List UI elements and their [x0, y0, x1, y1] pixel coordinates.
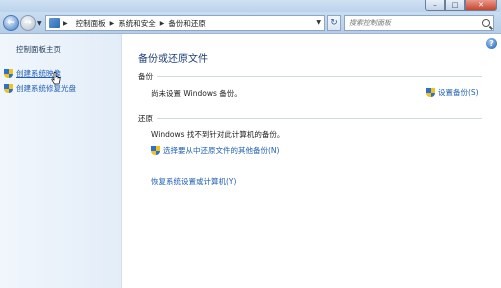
refresh-button[interactable]: ↻: [327, 15, 341, 31]
select-other-backup-label: 选择要从中还原文件的其他备份(N): [163, 146, 280, 155]
uac-shield-icon: [4, 83, 13, 94]
setup-backup-link[interactable]: 设置备份(S): [426, 87, 479, 98]
divider: [138, 118, 482, 119]
uac-shield-icon: [151, 145, 160, 156]
search-box[interactable]: [344, 15, 494, 31]
divider: [138, 76, 482, 77]
breadcrumb-label: 备份和还原: [168, 18, 206, 28]
recover-system-link[interactable]: 恢复系统设置或计算机(Y): [151, 176, 236, 187]
search-input[interactable]: [349, 19, 479, 27]
backup-section-header: 备份: [138, 71, 482, 81]
recover-system-label: 恢复系统设置或计算机(Y): [151, 177, 237, 186]
control-panel-icon: [49, 18, 60, 28]
address-dropdown-icon[interactable]: ▼: [316, 19, 321, 26]
breadcrumb-backup-restore[interactable]: ▶ 备份和还原: [160, 18, 206, 29]
sidebar-item-label: 创建系统修复光盘: [16, 84, 76, 93]
uac-shield-icon: [426, 87, 435, 98]
breadcrumb-control-panel[interactable]: 控制面板: [76, 18, 106, 29]
arrow-right-icon: →: [24, 18, 32, 28]
restore-section-header: 还原: [138, 113, 482, 123]
forward-button[interactable]: →: [20, 15, 36, 31]
sidebar-item-create-repair-disc[interactable]: 创建系统修复光盘: [4, 83, 76, 94]
refresh-icon: ↻: [330, 18, 338, 28]
chevron-right-icon: ▶: [109, 19, 115, 27]
maximize-button[interactable]: □: [445, 0, 465, 11]
caption-buttons: – □ ✕: [425, 0, 497, 11]
breadcrumb-label: 系统和安全: [118, 18, 156, 28]
back-button[interactable]: ←: [3, 15, 19, 31]
select-other-backup-link[interactable]: 选择要从中还原文件的其他备份(N): [151, 145, 279, 156]
breadcrumb-system-security[interactable]: ▶ 系统和安全: [110, 18, 156, 29]
address-bar[interactable]: ▶ 控制面板 ▶ 系统和安全 ▶ 备份和还原 ▼: [45, 15, 325, 31]
setup-backup-label: 设置备份(S): [438, 88, 479, 97]
backup-status-text: 尚未设置 Windows 备份。: [151, 89, 242, 98]
title-bar: – □ ✕: [0, 0, 501, 12]
navigation-bar: ← → ▼ ▶ 控制面板 ▶ 系统和安全 ▶ 备份和还原 ▼ ↻: [0, 12, 501, 34]
restore-heading: 还原: [138, 114, 157, 123]
search-icon[interactable]: [482, 19, 490, 27]
recent-pages-dropdown[interactable]: ▼: [37, 20, 43, 27]
close-button[interactable]: ✕: [465, 0, 497, 11]
uac-shield-icon: [4, 68, 13, 79]
sidebar: 控制面板主页 创建系统映像 创建系统修复光盘: [0, 34, 122, 288]
arrow-left-icon: ←: [7, 18, 15, 28]
help-icon[interactable]: ?: [486, 38, 497, 49]
breadcrumb-label: 控制面板: [75, 18, 106, 28]
sidebar-home-link[interactable]: 控制面板主页: [16, 44, 61, 55]
chevron-right-icon: ▶: [159, 19, 165, 27]
minimize-button[interactable]: –: [425, 0, 445, 11]
hand-cursor-icon: [51, 72, 61, 85]
page-title: 备份或还原文件: [138, 54, 208, 65]
breadcrumb-root-arrow[interactable]: ▶: [63, 20, 72, 27]
restore-status-text: Windows 找不到针对此计算机的备份。: [151, 130, 285, 139]
backup-heading: 备份: [138, 72, 157, 81]
